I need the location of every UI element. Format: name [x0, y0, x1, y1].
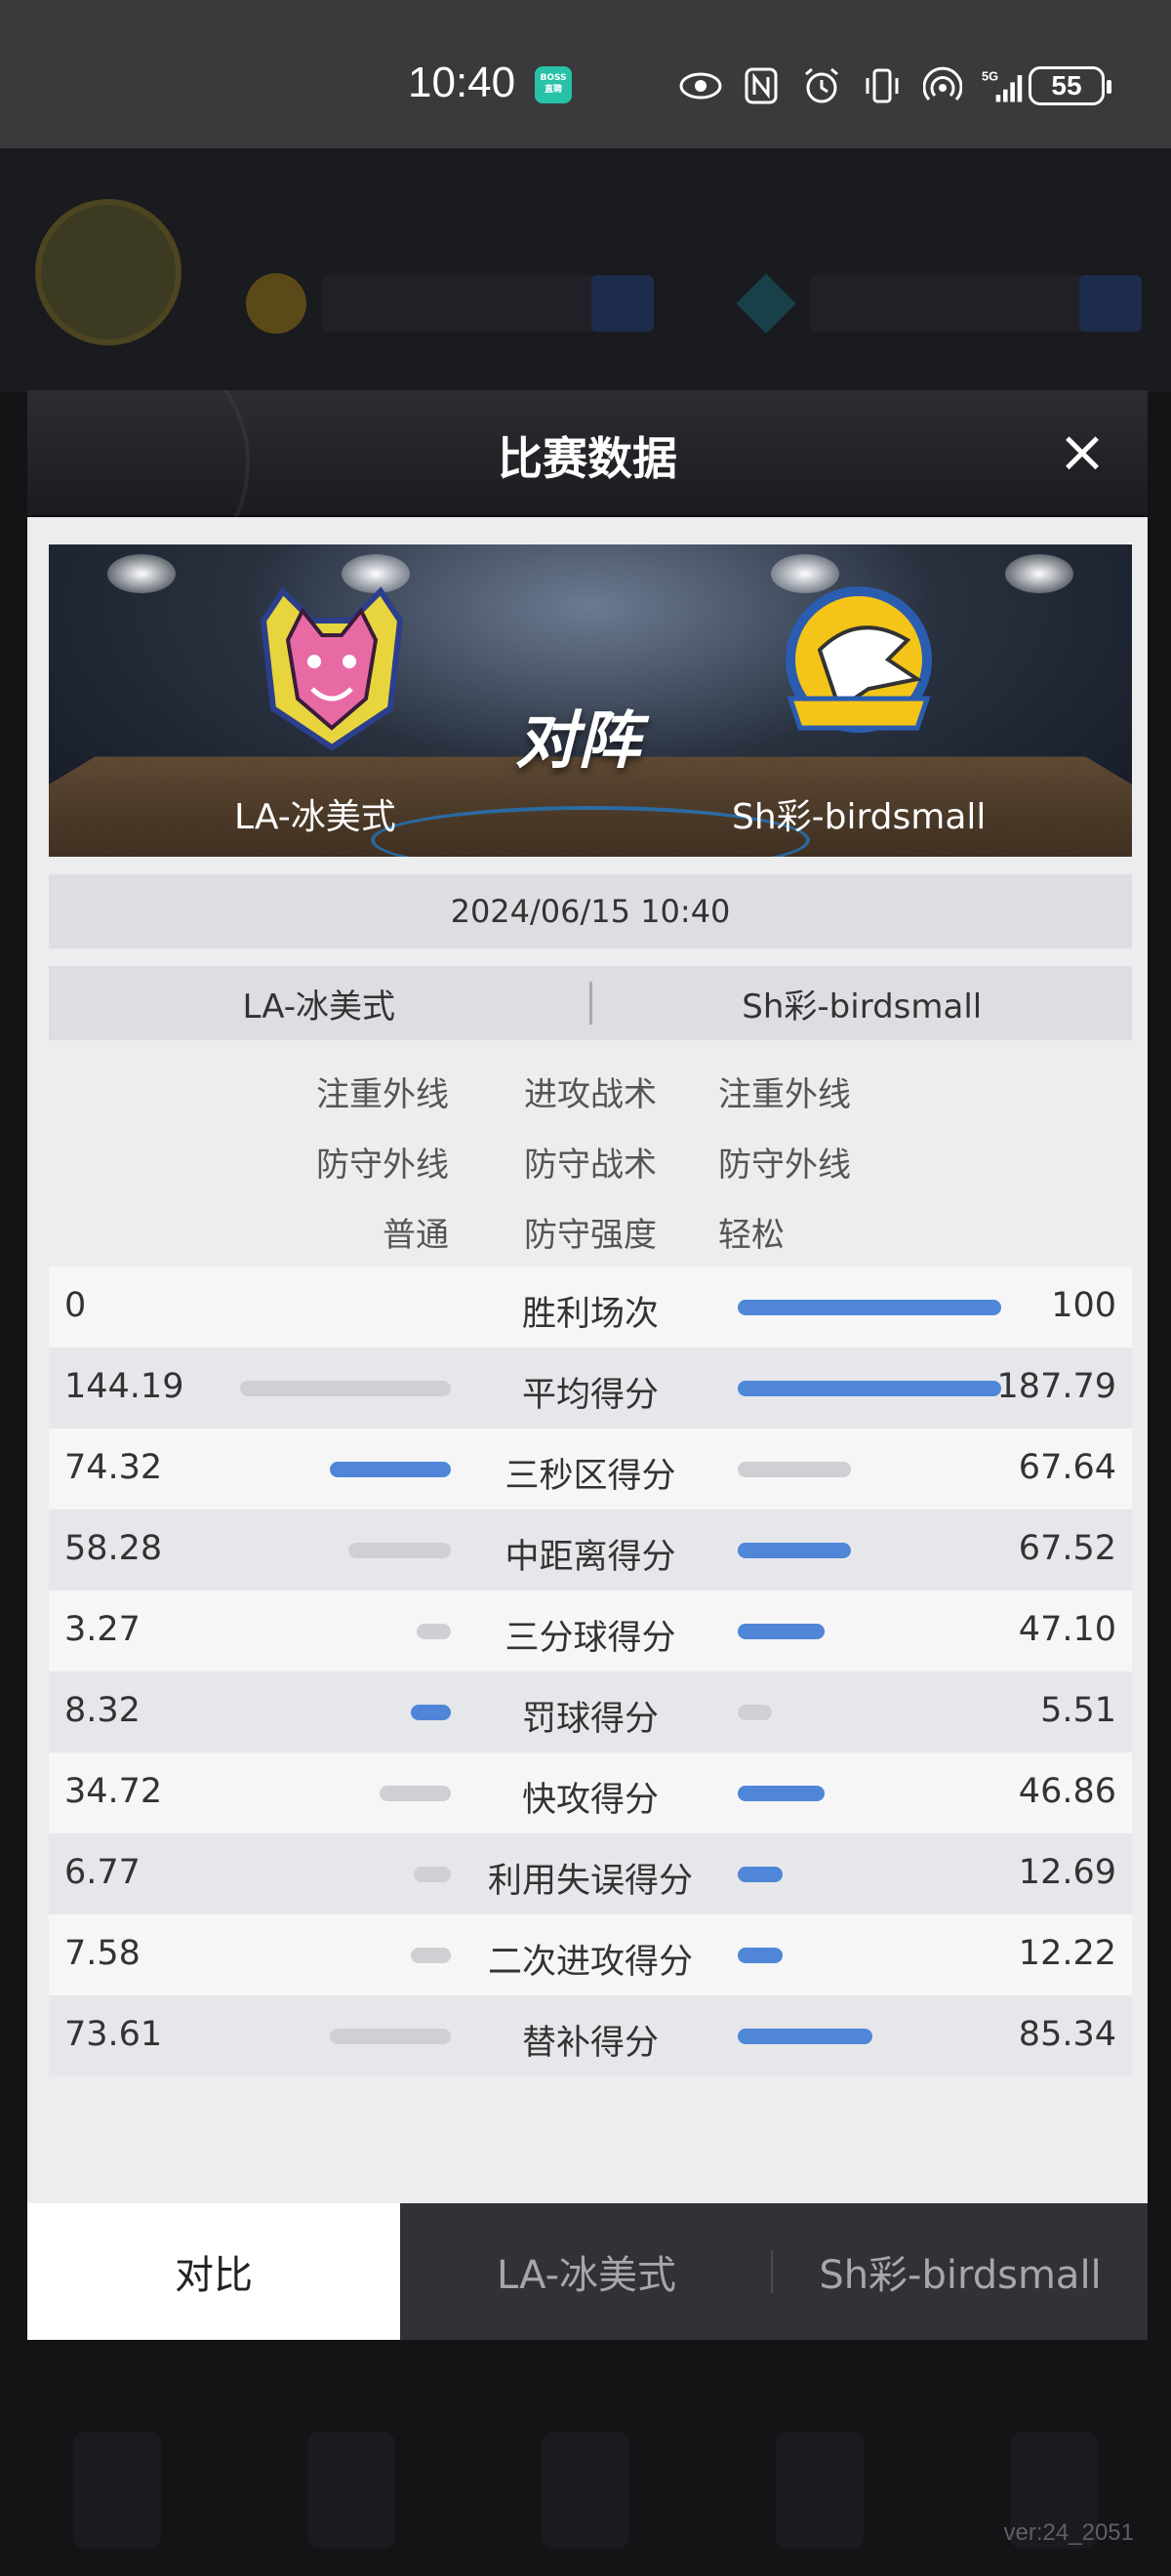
stat-label: 快攻得分: [521, 1781, 659, 1820]
match-data-modal: 比赛数据 × 对阵 LA-冰美式 Sh彩-birdsmall 2024/06/1…: [27, 390, 1148, 2340]
stat-right-bar: [738, 1381, 1001, 1396]
stat-right-value: 12.69: [1018, 1853, 1116, 1892]
stat-right-bar: [738, 1543, 851, 1558]
stat-label: 罚球得分: [521, 1700, 659, 1739]
stat-right-bar: [738, 1948, 783, 1963]
stat-row: 6.77 利用失误得分 12.69: [49, 1833, 1132, 1914]
background-header: [0, 148, 1171, 392]
vibrate-icon: [861, 64, 904, 107]
status-icons: 5G: [679, 64, 1025, 107]
away-team-logo: [786, 586, 932, 733]
stat-row: 0 胜利场次 100: [49, 1267, 1132, 1348]
stat-right-value: 67.64: [1018, 1448, 1116, 1487]
stat-right-value: 67.52: [1018, 1529, 1116, 1568]
tactic-right: 注重外线: [718, 1075, 851, 1114]
gem-icon: [736, 273, 796, 334]
stat-right-value: 85.34: [1018, 2015, 1116, 2054]
away-team-name: Sh彩-birdsmall: [732, 797, 987, 837]
stat-row: 8.32 罚球得分 5.51: [49, 1671, 1132, 1752]
stat-right-value: 46.86: [1018, 1772, 1116, 1811]
status-bar: 10:40 BOSS 直聘 5G 55: [0, 0, 1171, 148]
nav-item: [73, 2432, 161, 2549]
nav-item: [307, 2432, 395, 2549]
nav-item: [542, 2432, 629, 2549]
stat-right-value: 100: [1051, 1286, 1116, 1325]
tab-home-team[interactable]: LA-冰美式: [400, 2203, 773, 2340]
status-time: 10:40: [408, 59, 516, 106]
teams-header-right: Sh彩-birdsmall: [742, 986, 983, 1026]
stat-label: 替补得分: [521, 2024, 659, 2063]
close-button[interactable]: ×: [1056, 423, 1109, 481]
add-gem-button: [1079, 275, 1142, 332]
nfc-icon: [740, 64, 783, 107]
spotlight: [1005, 554, 1073, 593]
stat-label: 利用失误得分: [487, 1862, 693, 1901]
stat-label: 二次进攻得分: [487, 1943, 693, 1982]
stat-row: 58.28 中距离得分 67.52: [49, 1509, 1132, 1590]
close-icon: ×: [1057, 418, 1108, 486]
stat-row: 73.61 替补得分 85.34: [49, 1995, 1132, 2076]
stat-right-bar: [738, 1786, 825, 1801]
coin-icon: [246, 273, 306, 334]
nav-item: [776, 2432, 864, 2549]
tactic-row: 防守外线 防守战术 防守外线: [49, 1124, 1132, 1194]
battery-indicator: 55: [1029, 66, 1111, 105]
stat-right-value: 5.51: [1040, 1691, 1116, 1730]
match-date: 2024/06/15 10:40: [49, 874, 1132, 948]
alarm-icon: [800, 64, 843, 107]
stat-row: 74.32 三秒区得分 67.64: [49, 1429, 1132, 1509]
stat-right-bar: [738, 2029, 872, 2044]
stat-right-value: 47.10: [1018, 1610, 1116, 1649]
teams-header: LA-冰美式 Sh彩-birdsmall: [49, 966, 1132, 1040]
signal-5g-label: 5G: [982, 69, 998, 84]
tactic-row: 普通 防守强度 轻松: [49, 1194, 1132, 1265]
boss-app-icon: BOSS 直聘: [535, 66, 572, 103]
stat-right-value: 12.22: [1018, 1934, 1116, 1973]
stat-row: 3.27 三分球得分 47.10: [49, 1590, 1132, 1671]
stat-label: 三分球得分: [505, 1619, 676, 1658]
stat-right-bar: [738, 1300, 1001, 1315]
home-team-name: LA-冰美式: [234, 797, 396, 837]
stat-right-bar: [738, 1867, 783, 1882]
modal-title: 比赛数据: [498, 432, 677, 485]
avatar: [35, 199, 182, 345]
version-label: ver:24_2051: [1003, 2519, 1134, 2546]
home-team-logo: [260, 586, 404, 751]
tab-away-team[interactable]: Sh彩-birdsmall: [773, 2203, 1148, 2340]
tactic-row: 注重外线 进攻战术 注重外线: [49, 1054, 1132, 1124]
stat-right-bar: [738, 1624, 825, 1639]
matchup-banner: 对阵 LA-冰美式 Sh彩-birdsmall: [49, 544, 1132, 857]
teams-header-left: LA-冰美式: [242, 986, 395, 1026]
tactic-label: 进攻战术: [524, 1075, 657, 1114]
stat-row: 7.58 二次进攻得分 12.22: [49, 1914, 1132, 1995]
tactic-label: 防守战术: [524, 1146, 657, 1185]
tab-compare[interactable]: 对比: [27, 2203, 400, 2340]
tactic-right: 轻松: [718, 1216, 785, 1255]
stat-label: 中距离得分: [505, 1538, 676, 1577]
stat-right-value: 187.79: [996, 1367, 1116, 1406]
modal-header: 比赛数据 ×: [27, 390, 1148, 593]
stat-row: 34.72 快攻得分 46.86: [49, 1752, 1132, 1833]
tactic-right: 防守外线: [718, 1146, 851, 1185]
eye-icon: [679, 64, 722, 107]
spotlight: [107, 554, 176, 593]
stat-right-bar: [738, 1462, 851, 1477]
add-coin-button: [591, 275, 654, 332]
vs-label: 对阵: [515, 705, 640, 778]
hotspot-icon: [921, 64, 964, 107]
stat-row: 144.19 平均得分 187.79: [49, 1348, 1132, 1429]
tab-bar: 对比 LA-冰美式 Sh彩-birdsmall: [27, 2203, 1148, 2340]
tactic-label: 防守强度: [524, 1216, 657, 1255]
stat-label: 三秒区得分: [505, 1457, 676, 1496]
signal-icon: 5G: [982, 64, 1025, 107]
stat-right-bar: [738, 1705, 772, 1720]
background-bottom-nav: [0, 2344, 1171, 2576]
